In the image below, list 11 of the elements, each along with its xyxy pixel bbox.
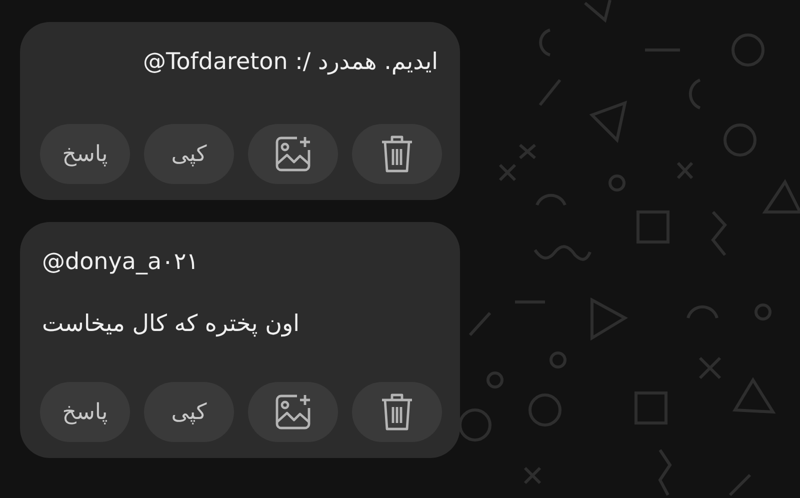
add-image-icon [274,135,312,173]
reply-button[interactable]: پاسخ [40,124,130,184]
message-text: اون پختره که کال میخاست [42,310,300,339]
message-text: @donya_a۰۲۱ [42,248,200,277]
copy-button[interactable]: کپی [144,124,234,184]
reply-button[interactable]: پاسخ [40,382,130,442]
trash-icon [380,134,414,174]
add-image-icon [274,393,312,431]
message-text: ایدیم. همدرد /: Tofdareton@ [142,48,438,77]
trash-icon [380,392,414,432]
copy-button[interactable]: کپی [144,382,234,442]
